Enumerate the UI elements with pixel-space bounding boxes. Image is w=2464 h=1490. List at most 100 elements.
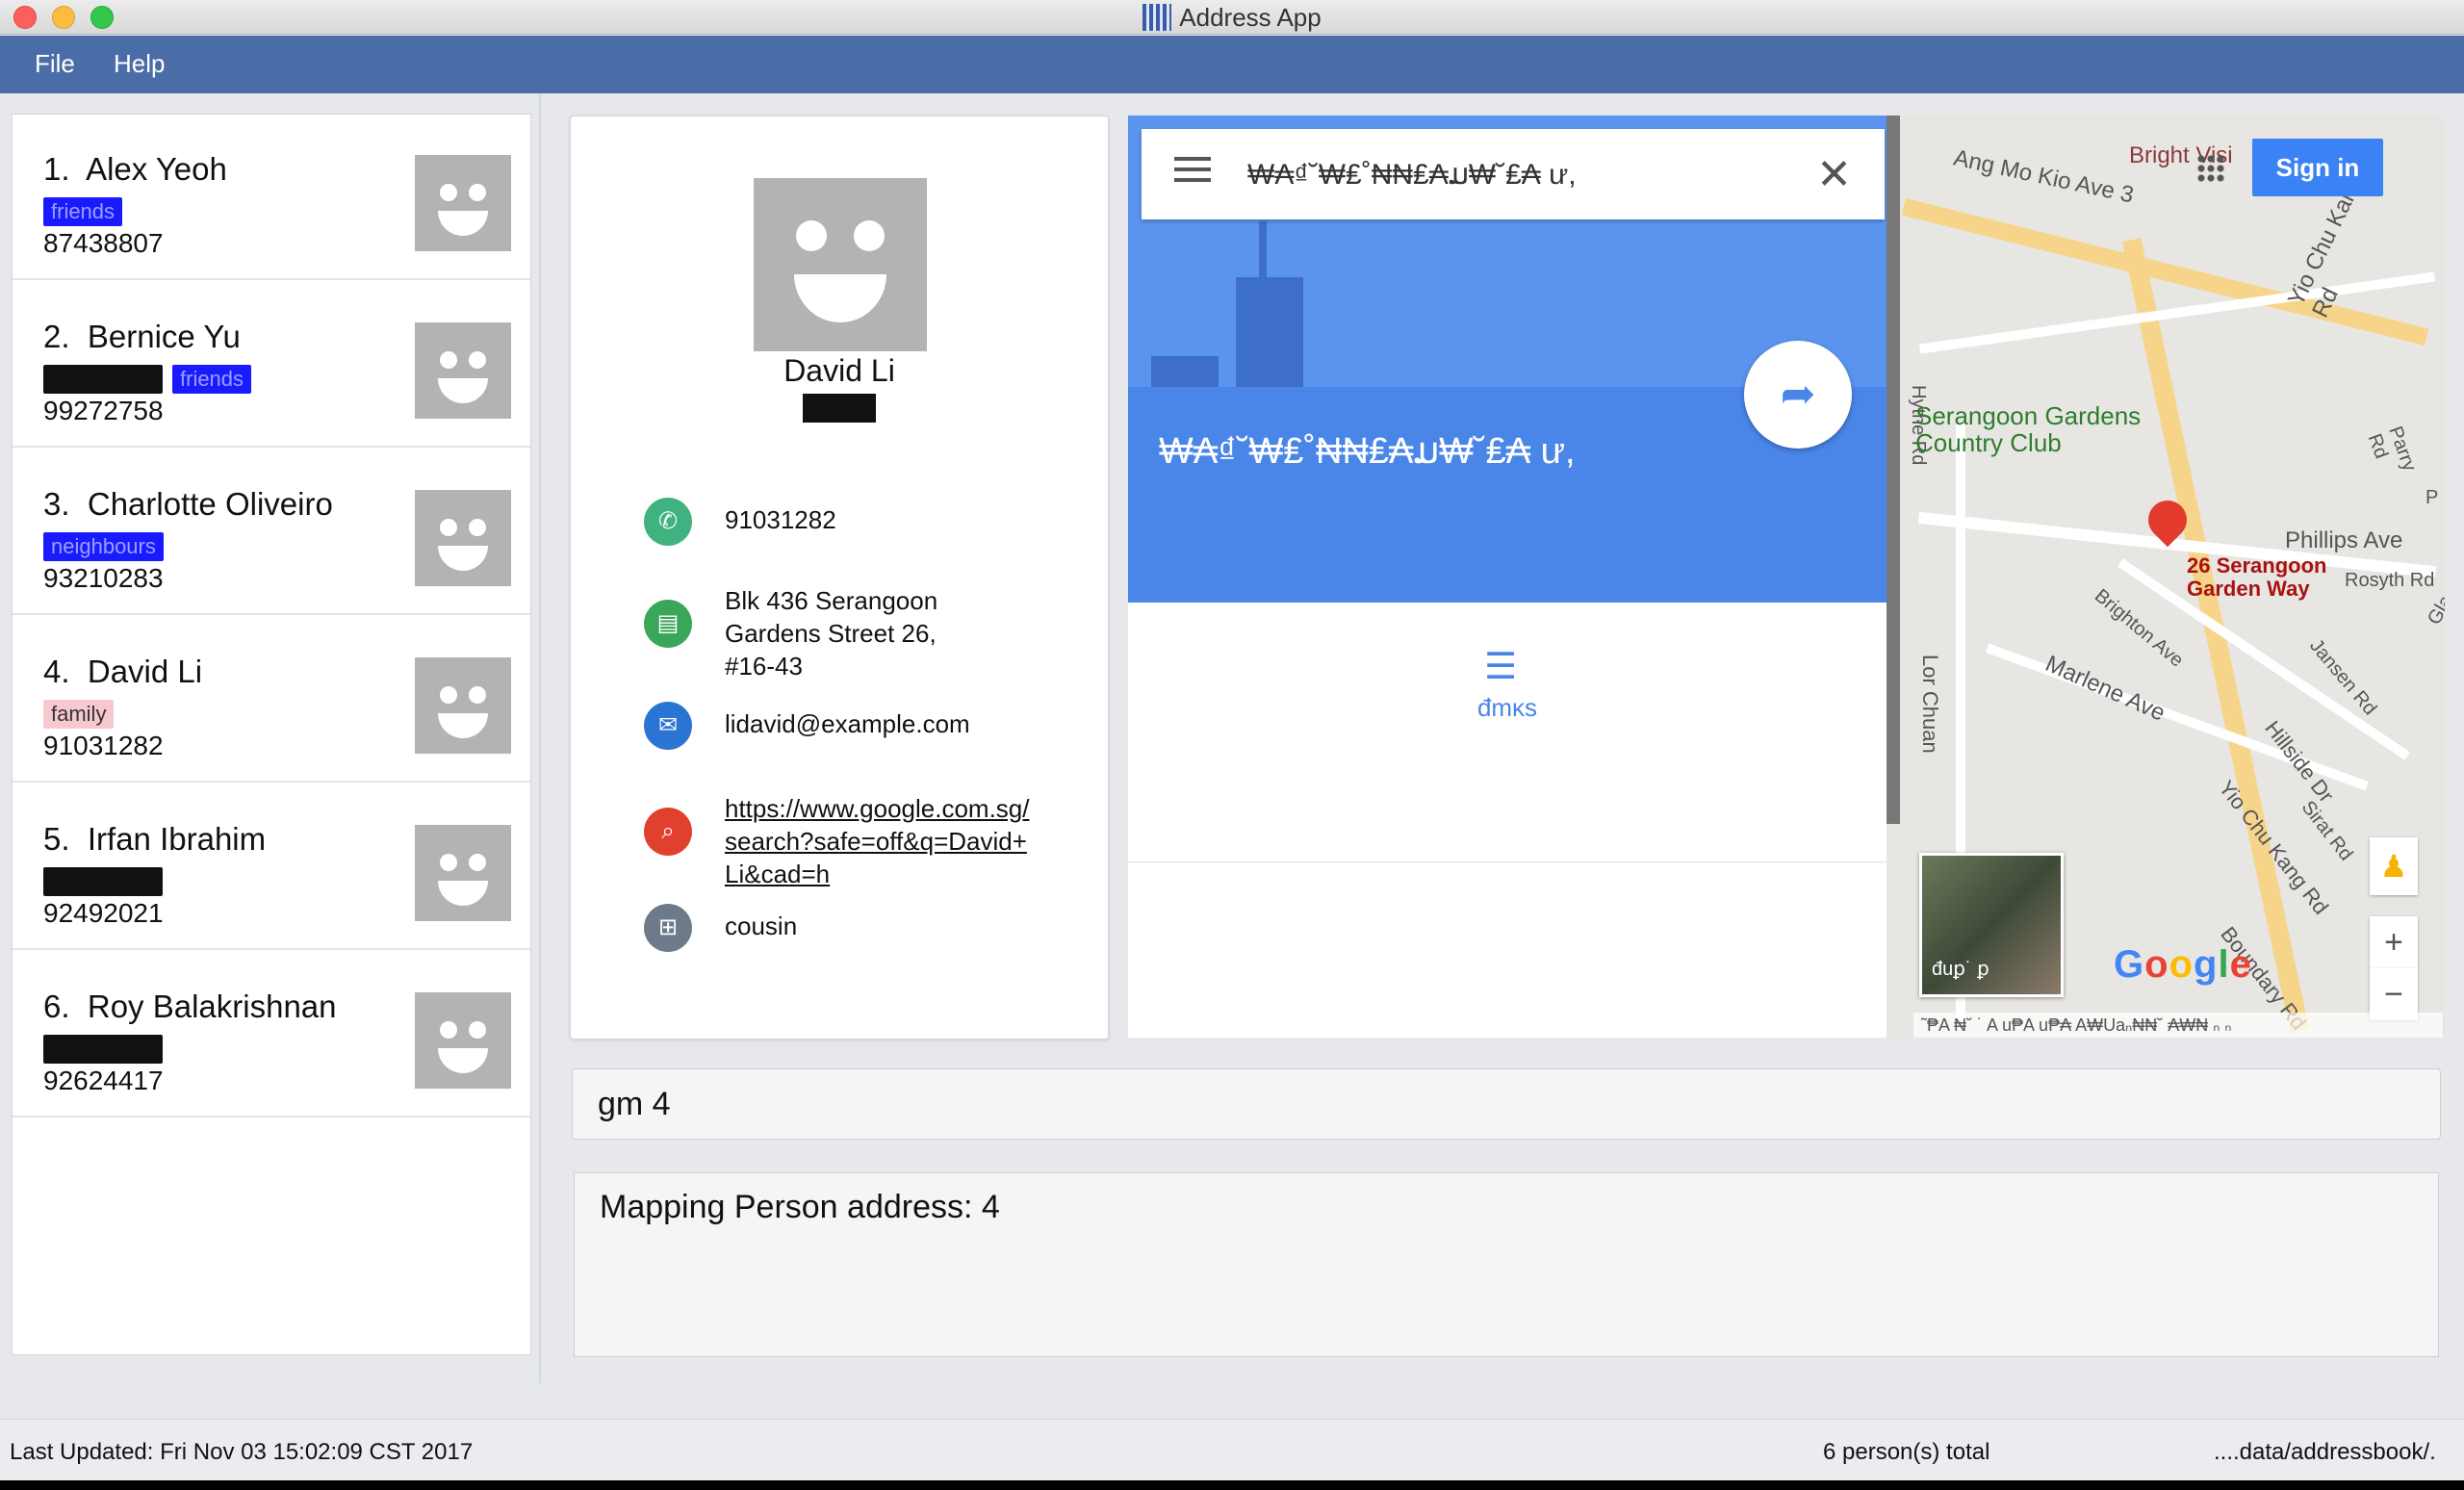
map-label-park: Serangoon Gardens Country Club [1915, 401, 2142, 457]
detail-email: lidavid@example.com [725, 709, 970, 738]
map-label: Ang Mo Kio Ave 3 [1951, 144, 2137, 209]
avatar [415, 992, 511, 1089]
person-phone: 92624417 [43, 1066, 164, 1095]
skyline-illustration [1236, 277, 1303, 387]
map-view[interactable]: Ang Mo Kio Ave 3 Bright Visi Yio Chu Kan… [1128, 116, 2445, 1038]
tag-badge: friends [172, 365, 252, 394]
map-search-box[interactable]: ₩₳₫˘₩₤˚₦₦₤₳ມ₩˘₤₳ ư, ✕ [1142, 129, 1885, 219]
place-header: ₩₳₫˘₩₤˚₦₦₤₳ມ₩˘₤₳ ư, ✕ ➦ ₩₳₫˘₩₤˚₦₦₤₳ມ₩˘₤₳… [1128, 116, 1886, 603]
person-card[interactable]: 1. Alex Yeoh friends 87438807 [13, 115, 530, 280]
zoom-in-button[interactable]: + [2370, 916, 2418, 968]
phone-icon: ✆ [644, 498, 692, 546]
result-display: Mapping Person address: 4 [574, 1172, 2439, 1357]
person-phone: 87438807 [43, 228, 164, 258]
menu-bar: File Help [0, 36, 2464, 93]
person-tags [43, 1035, 172, 1066]
split-divider[interactable] [539, 93, 541, 1383]
person-name-text: Bernice Yu [87, 319, 241, 354]
status-last-updated: Last Updated: Fri Nov 03 15:02:09 CST 20… [10, 1439, 474, 1465]
detail-phone: 91031282 [725, 505, 836, 534]
menu-file[interactable]: File [35, 49, 75, 79]
map-pin-icon[interactable] [2140, 492, 2195, 554]
person-card[interactable]: 4. David Li family 91031282 [13, 617, 530, 783]
person-detail-panel: David Li ✆ 91031282 ▤ Blk 436 Serangoon … [570, 116, 1109, 1040]
person-tags: friends [43, 365, 261, 396]
place-actions: ☰ đmĸs [1128, 603, 1886, 862]
avatar [415, 825, 511, 921]
directions-button[interactable]: ➦ [1744, 341, 1852, 449]
person-name: 5. Irfan Ibrahim [43, 821, 266, 858]
menu-help[interactable]: Help [114, 49, 165, 79]
title-bar: Address App [0, 0, 2464, 35]
person-tags [43, 867, 172, 898]
map-info-panel: ₩₳₫˘₩₤˚₦₦₤₳ມ₩˘₤₳ ư, ✕ ➦ ₩₳₫˘₩₤˚₦₦₤₳ມ₩˘₤₳… [1128, 116, 1886, 1038]
avatar [415, 490, 511, 586]
sign-in-button[interactable]: Sign in [2252, 139, 2383, 196]
search-icon: ⌕ [644, 808, 692, 856]
person-name: 4. David Li [43, 654, 202, 690]
list-icon[interactable]: ☰ [1484, 645, 1517, 688]
apps-grid-icon[interactable] [2196, 154, 2225, 183]
person-phone: 92492021 [43, 898, 164, 928]
tag-badge: neighbours [43, 532, 164, 561]
person-index: 5. [43, 821, 70, 857]
status-path: ....data/addressbook/. [2214, 1439, 2436, 1465]
map-label: Rosyth Rd [2345, 570, 2435, 591]
tag-badge: family [43, 700, 115, 729]
app-icon [1142, 4, 1172, 31]
map-label: Parry Rd [2363, 424, 2421, 475]
person-name-text: Charlotte Oliveiro [87, 486, 333, 522]
person-card[interactable]: 3. Charlotte Oliveiro neighbours 93210283 [13, 450, 530, 615]
command-input[interactable]: gm 4 [572, 1068, 2441, 1140]
email-icon: ✉ [644, 702, 692, 750]
person-name-text: Irfan Ibrahim [87, 821, 267, 857]
detail-url-link[interactable]: https://www.google.com.sg/search?safe=of… [725, 792, 1033, 890]
tag-badge: friends [43, 197, 123, 226]
person-tags: family [43, 700, 123, 731]
person-tags: friends [43, 197, 132, 228]
status-total: 6 person(s) total [1823, 1439, 1990, 1465]
tag-badge [43, 365, 163, 394]
avatar [415, 657, 511, 754]
map-label: Hillside Dr [2260, 716, 2339, 808]
satellite-label: đuꝑ˙ ꝑ [1932, 959, 1989, 980]
street-view-pegman-icon[interactable]: ♟ [2370, 837, 2418, 895]
person-card[interactable]: 6. Roy Balakrishnan 92624417 [13, 952, 530, 1118]
window-title-text: Address App [1179, 3, 1322, 32]
detail-address: Blk 436 Serangoon Gardens Street 26, #16… [725, 586, 938, 681]
person-index: 3. [43, 486, 70, 522]
person-name: 6. Roy Balakrishnan [43, 989, 337, 1025]
detail-name: David Li [783, 353, 895, 388]
person-card[interactable]: 2. Bernice Yu friends 99272758 [13, 282, 530, 448]
person-tags: neighbours [43, 532, 173, 563]
status-bar: Last Updated: Fri Nov 03 15:02:09 CST 20… [0, 1419, 2464, 1490]
map-search-query[interactable]: ₩₳₫˘₩₤˚₦₦₤₳ມ₩˘₤₳ ư, [1247, 158, 1577, 192]
satellite-toggle[interactable]: đuꝑ˙ ꝑ [1919, 853, 2064, 997]
close-icon[interactable]: ✕ [1816, 150, 1852, 199]
person-name-text: Alex Yeoh [86, 151, 227, 187]
window-bottom-edge [0, 1480, 2464, 1490]
person-list[interactable]: 1. Alex Yeoh friends 87438807 2. Bernice Yu… [12, 114, 531, 1355]
map-label: P [2426, 487, 2439, 508]
menu-icon[interactable] [1174, 167, 1211, 171]
person-name: 3. Charlotte Oliveiro [43, 486, 333, 523]
google-logo: Google [2114, 943, 2252, 986]
tag-badge [43, 867, 163, 896]
person-name-text: David Li [87, 654, 203, 689]
avatar [415, 155, 511, 251]
map-label: Sirat Rd [2297, 797, 2357, 865]
person-index: 1. [43, 151, 70, 187]
person-index: 4. [43, 654, 70, 689]
person-name: 2. Bernice Yu [43, 319, 241, 355]
person-phone: 91031282 [43, 731, 164, 760]
person-card[interactable]: 5. Irfan Ibrahim 92492021 [13, 784, 530, 950]
avatar [415, 322, 511, 419]
tag-badge [43, 1035, 163, 1064]
place-action-label[interactable]: đmĸs [1128, 693, 1886, 723]
person-name: 1. Alex Yeoh [43, 151, 227, 188]
map-pin-label: 26 Serangoon Garden Way [2187, 553, 2327, 601]
map-panel-scrollbar[interactable] [1886, 116, 1900, 824]
person-phone: 93210283 [43, 563, 164, 593]
address-icon: ▤ [644, 600, 692, 648]
result-text: Mapping Person address: 4 [600, 1189, 1000, 1225]
